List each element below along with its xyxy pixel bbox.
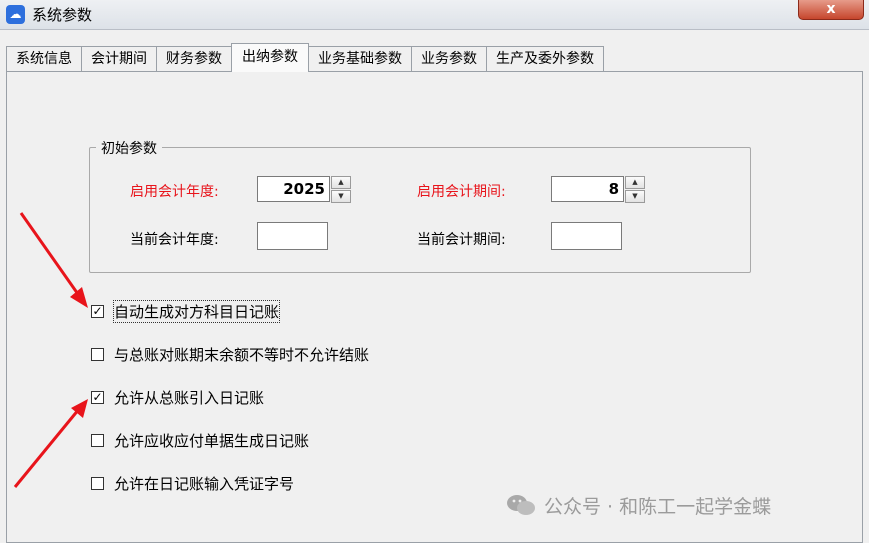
arrow-icon: [19, 212, 88, 308]
arrow-icon: [13, 399, 88, 488]
watermark: 公众号 · 和陈工一起学金蝶: [506, 491, 771, 519]
wechat-icon: [507, 495, 535, 515]
watermark-text: 公众号 · 和陈工一起学金蝶: [544, 495, 772, 518]
annotation-arrows: [13, 212, 88, 488]
tab-cashier-params[interactable]: 出纳参数: [231, 43, 309, 72]
